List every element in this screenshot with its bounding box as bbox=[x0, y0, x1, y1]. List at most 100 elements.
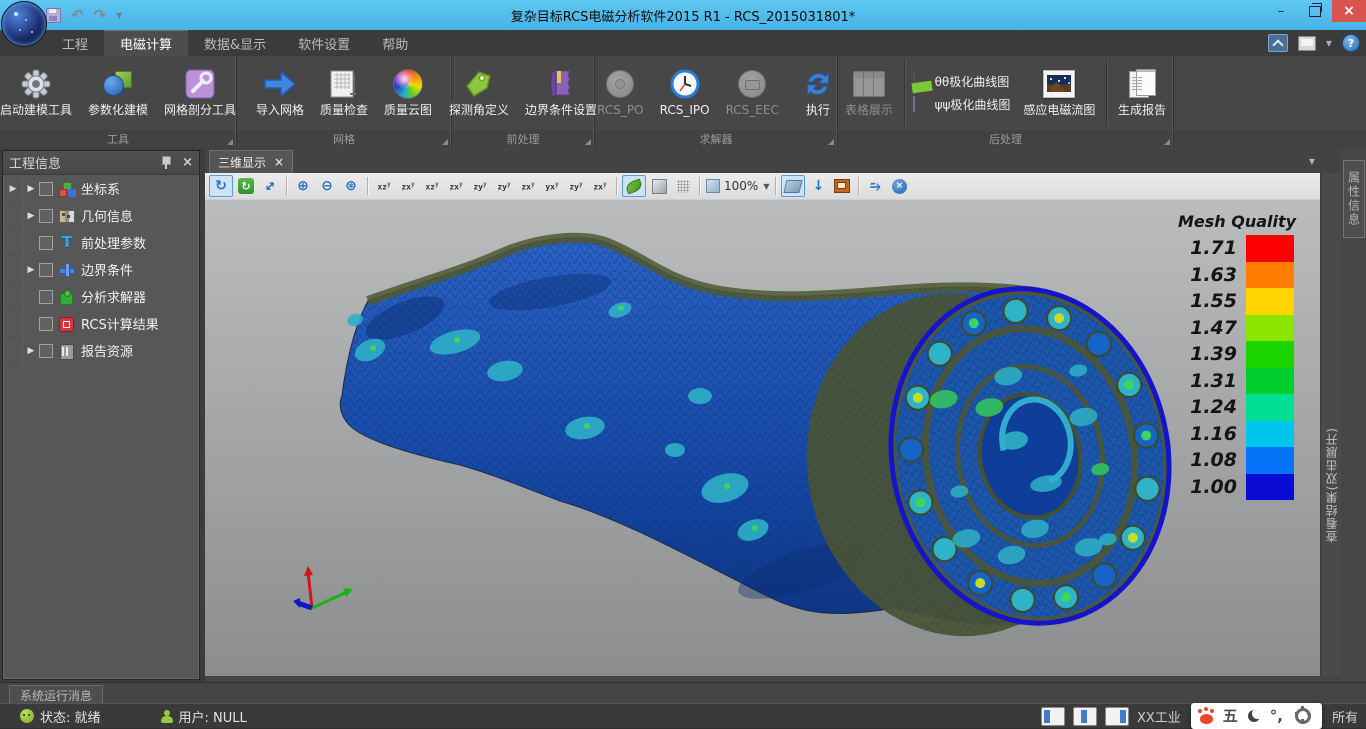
model-3d[interactable] bbox=[205, 200, 1321, 676]
ribbon-button-探测角定义[interactable]: 探测角定义 bbox=[442, 64, 516, 122]
minimize-button[interactable]: – bbox=[1264, 0, 1298, 22]
redo-icon[interactable]: ↷ bbox=[94, 8, 107, 23]
results-dock-tab[interactable]: 查看结果(双击展开) bbox=[1320, 173, 1341, 676]
restore-button[interactable] bbox=[1298, 0, 1332, 22]
view-xz-icon[interactable]: xzy bbox=[421, 176, 443, 196]
tree-checkbox[interactable] bbox=[39, 263, 53, 277]
menu-tab-软件设置[interactable]: 软件设置 bbox=[282, 30, 366, 56]
tree-row-几何信息[interactable]: ▶几何信息 bbox=[4, 202, 198, 229]
tree-row-分析求解器[interactable]: 分析求解器 bbox=[4, 283, 198, 310]
ribbon-button-θθ极化曲线图[interactable]: θθ极化曲线图 bbox=[913, 73, 1011, 90]
ribbon-button-执行[interactable]: 执行 bbox=[794, 64, 842, 122]
quick-access-dropdown-icon[interactable]: ▼ bbox=[116, 11, 122, 20]
moon-icon[interactable] bbox=[1248, 710, 1260, 722]
view-zx-icon[interactable]: zxy bbox=[589, 176, 611, 196]
tree-checkbox[interactable] bbox=[39, 182, 53, 196]
zoom-in-icon[interactable]: ⊕ bbox=[292, 176, 314, 196]
display-dropdown-icon[interactable]: ▼ bbox=[1326, 39, 1332, 48]
dialog-launcher-icon[interactable] bbox=[585, 139, 591, 145]
ime-mode-label[interactable]: 五 bbox=[1223, 709, 1238, 724]
close-circle-icon[interactable]: × bbox=[888, 176, 910, 196]
ribbon-button-感应电磁流图[interactable]: 感应电磁流图 bbox=[1016, 64, 1102, 122]
tab-3d-display[interactable]: 三维显示 × bbox=[209, 150, 293, 173]
undo-icon[interactable]: ↶ bbox=[71, 8, 84, 23]
ribbon-button-RCS_PO[interactable]: RCS_PO bbox=[590, 64, 650, 122]
pin-icon[interactable] bbox=[161, 156, 170, 169]
rotate-icon[interactable]: ↻ bbox=[209, 175, 233, 197]
tab-list-dropdown-icon[interactable]: ▼ bbox=[1309, 157, 1315, 166]
screenshot-icon[interactable] bbox=[831, 176, 853, 196]
ribbon-button-网格剖分工具[interactable]: 网格剖分工具 bbox=[157, 64, 243, 122]
tree-checkbox[interactable] bbox=[39, 209, 53, 223]
ribbon-button-RCS_EEC[interactable]: RCS_EEC bbox=[719, 64, 786, 122]
tree-expander-icon[interactable]: ▶ bbox=[23, 265, 39, 275]
dialog-launcher-icon[interactable] bbox=[828, 139, 834, 145]
close-button[interactable]: × bbox=[1332, 0, 1366, 22]
orbit-refresh-icon[interactable]: ↻ bbox=[235, 176, 257, 196]
view-zx-icon[interactable]: zxy bbox=[397, 176, 419, 196]
property-panel-tab[interactable]: 属性信息 bbox=[1343, 160, 1365, 238]
tree-row-报告资源[interactable]: ▶报告资源 bbox=[4, 337, 198, 364]
ribbon-group-label-后处理[interactable]: 后处理 bbox=[838, 130, 1174, 148]
ribbon-button-启动建模工具[interactable]: 启动建模工具 bbox=[0, 64, 79, 122]
ribbon-button-导入网格[interactable]: 导入网格 bbox=[249, 64, 311, 122]
zoom-fit-icon[interactable]: ⊛ bbox=[340, 176, 362, 196]
tree-checkbox[interactable] bbox=[39, 290, 53, 304]
tree-checkbox[interactable] bbox=[39, 344, 53, 358]
tree-row-边界条件[interactable]: ▶边界条件 bbox=[4, 256, 198, 283]
tree-row-RCS计算结果[interactable]: RCS计算结果 bbox=[4, 310, 198, 337]
ribbon-group-label-网格[interactable]: 网格 bbox=[237, 130, 452, 148]
ribbon-button-质量云图[interactable]: 质量云图 bbox=[377, 64, 439, 122]
leaf-icon[interactable] bbox=[622, 175, 646, 197]
gear-icon[interactable] bbox=[1295, 708, 1311, 724]
ribbon-group-label-工具[interactable]: 工具 bbox=[0, 130, 237, 148]
ribbon-button-参数化建模[interactable]: 参数化建模 bbox=[81, 64, 155, 122]
ribbon-button-生成报告[interactable]: 生成报告 bbox=[1111, 64, 1173, 122]
system-message-tab[interactable]: 系统运行消息 bbox=[9, 685, 103, 705]
dialog-launcher-icon[interactable] bbox=[1164, 139, 1170, 145]
tree-checkbox[interactable] bbox=[39, 317, 53, 331]
menu-tab-电磁计算[interactable]: 电磁计算 bbox=[104, 30, 188, 56]
tree-checkbox[interactable] bbox=[39, 236, 53, 250]
ribbon-button-ψψ极化曲线图[interactable]: ψψ极化曲线图 bbox=[913, 96, 1011, 113]
menu-tab-工程[interactable]: 工程 bbox=[46, 30, 104, 56]
view-xz-icon[interactable]: xzy bbox=[373, 176, 395, 196]
ime-punct-label[interactable]: °, bbox=[1270, 709, 1283, 724]
arrow-down-icon[interactable]: ↓ bbox=[807, 176, 829, 196]
view-zx-icon[interactable]: zxy bbox=[445, 176, 467, 196]
tree-expander-icon[interactable]: ▶ bbox=[23, 184, 39, 194]
save-icon[interactable] bbox=[46, 8, 61, 23]
shaded-face-icon[interactable] bbox=[648, 176, 670, 196]
dialog-launcher-icon[interactable] bbox=[442, 139, 448, 145]
ribbon-button-质量检查[interactable]: 质量检查 bbox=[313, 64, 375, 122]
view-yx-icon[interactable]: yxy bbox=[541, 176, 563, 196]
zoom-out-icon[interactable]: ⊖ bbox=[316, 176, 338, 196]
paw-icon[interactable] bbox=[1200, 714, 1213, 724]
ribbon-button-RCS_IPO[interactable]: RCS_IPO bbox=[653, 64, 717, 122]
ribbon-button-表格展示[interactable]: 表格展示 bbox=[838, 64, 900, 122]
ribbon-group-label-前处理[interactable]: 前处理 bbox=[452, 130, 595, 148]
ime-toolbar[interactable]: 五 °, bbox=[1191, 703, 1322, 729]
ribbon-group-label-求解器[interactable]: 求解器 bbox=[595, 130, 838, 148]
close-icon[interactable]: × bbox=[182, 156, 193, 169]
view-zy-icon[interactable]: zyy bbox=[493, 176, 515, 196]
tree-row-坐标系[interactable]: ▶▶坐标系 bbox=[4, 175, 198, 202]
menu-tab-帮助[interactable]: 帮助 bbox=[366, 30, 424, 56]
panel-right-icon[interactable] bbox=[1105, 707, 1129, 726]
tree-row-前处理参数[interactable]: T前处理参数 bbox=[4, 229, 198, 256]
dialog-launcher-icon[interactable] bbox=[227, 139, 233, 145]
clip-surface-icon[interactable] bbox=[781, 175, 805, 197]
tree-expander-icon[interactable]: ▶ bbox=[23, 211, 39, 221]
view-zx-icon[interactable]: zxy bbox=[517, 176, 539, 196]
tab-close-icon[interactable]: × bbox=[274, 155, 284, 169]
viewport-canvas[interactable]: Mesh Quality 1.711.631.551.471.391.311.2… bbox=[205, 199, 1321, 676]
display-icon[interactable] bbox=[1298, 36, 1316, 51]
tree-expander-icon[interactable]: ▶ bbox=[23, 346, 39, 356]
collapse-ribbon-icon[interactable] bbox=[1268, 34, 1288, 52]
share-nodes-icon[interactable]: ⥲ bbox=[864, 176, 886, 196]
zoom-level-icon[interactable]: 100%▼ bbox=[705, 176, 770, 196]
pan-diagonal-icon[interactable]: ↔ bbox=[259, 176, 281, 196]
help-icon[interactable]: ? bbox=[1342, 34, 1360, 52]
view-zy-icon[interactable]: zyy bbox=[565, 176, 587, 196]
panel-left-icon[interactable] bbox=[1041, 707, 1065, 726]
